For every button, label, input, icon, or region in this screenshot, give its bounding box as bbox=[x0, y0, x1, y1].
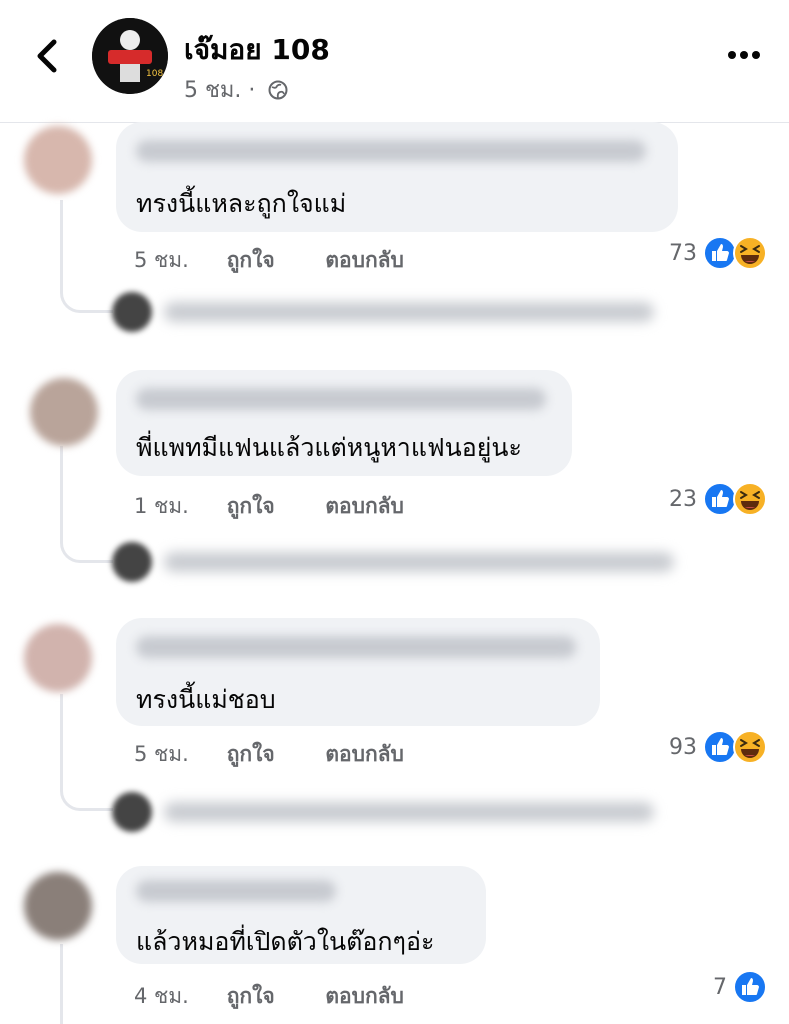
post-header: 108 เจ๊มอย 108 5 ชม. · bbox=[0, 0, 789, 123]
reply-avatar bbox=[112, 792, 152, 832]
comment-bubble[interactable]: ทรงนี้แหละถูกใจแม่ bbox=[116, 122, 678, 232]
comment-time: 5 ชม. bbox=[134, 742, 189, 766]
page-name[interactable]: เจ๊มอย 108 bbox=[184, 28, 330, 72]
reaction-summary[interactable]: 7 bbox=[713, 970, 767, 1004]
reply-avatar bbox=[112, 292, 152, 332]
comment-text: ทรงนี้แม่ชอบ bbox=[136, 685, 276, 714]
commenter-avatar[interactable] bbox=[30, 378, 98, 446]
reply-text-blurred bbox=[164, 802, 654, 822]
comment-text: พี่แพทมีแฟนแล้วแต่หนูหาแฟนอยู่นะ bbox=[136, 433, 522, 462]
commenter-name-blurred bbox=[136, 388, 546, 410]
comment-time: 1 ชม. bbox=[134, 494, 189, 518]
comment-bubble[interactable]: พี่แพทมีแฟนแล้วแต่หนูหาแฟนอยู่นะ bbox=[116, 370, 572, 476]
reply-text-blurred bbox=[164, 302, 654, 322]
comment-item: ทรงนี้แม่ชอบ 5 ชม. ถูกใจ ตอบกลับ 93 bbox=[0, 618, 789, 848]
reaction-count: 7 bbox=[713, 974, 727, 1000]
comment-bubble[interactable]: แล้วหมอที่เปิดตัวในต๊อกๆอ่ะ bbox=[116, 866, 486, 964]
reaction-summary[interactable]: 73 bbox=[669, 236, 767, 270]
commenter-avatar[interactable] bbox=[24, 872, 92, 940]
reply-button[interactable]: ตอบกลับ bbox=[325, 490, 404, 523]
haha-icon bbox=[733, 236, 767, 270]
reply-avatar bbox=[112, 542, 152, 582]
reply-preview[interactable] bbox=[112, 792, 660, 832]
haha-icon bbox=[733, 482, 767, 516]
comment-text: ทรงนี้แหละถูกใจแม่ bbox=[136, 189, 347, 218]
reaction-count: 73 bbox=[669, 240, 697, 266]
svg-text:108: 108 bbox=[146, 69, 163, 79]
like-button[interactable]: ถูกใจ bbox=[227, 490, 319, 523]
more-options-icon[interactable] bbox=[726, 46, 762, 64]
reply-preview[interactable] bbox=[112, 292, 672, 332]
reply-button[interactable]: ตอบกลับ bbox=[325, 244, 404, 277]
comment-item: ทรงนี้แหละถูกใจแม่ 5 ชม. ถูกใจ ตอบกลับ 7… bbox=[0, 122, 789, 352]
globe-icon bbox=[268, 80, 288, 100]
post-meta: 5 ชม. · bbox=[184, 72, 288, 107]
post-time: 5 ชม. bbox=[184, 78, 242, 103]
commenter-name-blurred bbox=[136, 880, 336, 902]
reaction-count: 93 bbox=[669, 734, 697, 760]
back-arrow-icon[interactable] bbox=[30, 36, 64, 76]
commenter-name-blurred bbox=[136, 636, 576, 658]
reaction-summary[interactable]: 23 bbox=[669, 482, 767, 516]
comment-actions: 4 ชม. ถูกใจ ตอบกลับ bbox=[134, 980, 404, 1013]
reaction-count: 23 bbox=[669, 486, 697, 512]
comment-time: 5 ชม. bbox=[134, 248, 189, 272]
page-avatar[interactable]: 108 bbox=[92, 18, 168, 94]
reply-button[interactable]: ตอบกลับ bbox=[325, 980, 404, 1013]
reply-button[interactable]: ตอบกลับ bbox=[325, 738, 404, 771]
like-button[interactable]: ถูกใจ bbox=[227, 980, 319, 1013]
like-icon bbox=[733, 970, 767, 1004]
commenter-avatar[interactable] bbox=[24, 624, 92, 692]
haha-icon bbox=[733, 730, 767, 764]
commenter-name-blurred bbox=[136, 140, 646, 162]
like-button[interactable]: ถูกใจ bbox=[227, 244, 319, 277]
reply-preview[interactable] bbox=[112, 542, 682, 582]
like-icon bbox=[703, 236, 737, 270]
comment-text: แล้วหมอที่เปิดตัวในต๊อกๆอ่ะ bbox=[136, 927, 435, 956]
comment-actions: 1 ชม. ถูกใจ ตอบกลับ bbox=[134, 490, 404, 523]
reply-text-blurred bbox=[164, 552, 674, 572]
commenter-avatar[interactable] bbox=[24, 126, 92, 194]
comment-time: 4 ชม. bbox=[134, 984, 189, 1008]
like-button[interactable]: ถูกใจ bbox=[227, 738, 319, 771]
like-icon bbox=[703, 730, 737, 764]
reaction-summary[interactable]: 93 bbox=[669, 730, 767, 764]
meta-separator: · bbox=[248, 78, 256, 103]
comment-item: พี่แพทมีแฟนแล้วแต่หนูหาแฟนอยู่นะ 1 ชม. ถ… bbox=[0, 370, 789, 600]
comment-bubble[interactable]: ทรงนี้แม่ชอบ bbox=[116, 618, 600, 726]
like-icon bbox=[703, 482, 737, 516]
comment-actions: 5 ชม. ถูกใจ ตอบกลับ bbox=[134, 738, 404, 771]
comment-item: แล้วหมอที่เปิดตัวในต๊อกๆอ่ะ 4 ชม. ถูกใจ … bbox=[0, 866, 789, 1024]
comment-actions: 5 ชม. ถูกใจ ตอบกลับ bbox=[134, 244, 404, 277]
